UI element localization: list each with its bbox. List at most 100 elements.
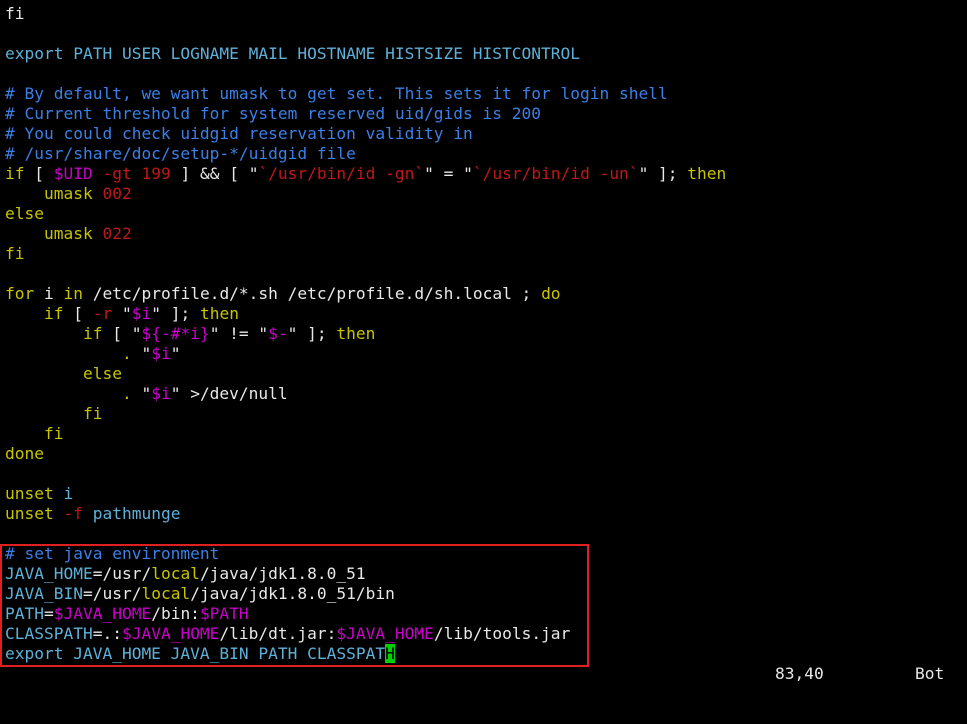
- code-token: unset: [5, 484, 54, 503]
- code-line[interactable]: else: [0, 364, 967, 384]
- code-token: $-: [268, 324, 288, 343]
- editor-buffer[interactable]: fi export PATH USER LOGNAME MAIL HOSTNAME…: [0, 4, 967, 664]
- text-cursor: H: [385, 644, 395, 663]
- code-line[interactable]: JAVA_HOME=/usr/local/java/jdk1.8.0_51: [0, 564, 967, 584]
- scroll-position: Bot: [915, 664, 945, 683]
- code-token: .: [121, 384, 132, 403]
- code-token: ];: [648, 164, 688, 183]
- code-token: -gt: [92, 164, 142, 183]
- code-line[interactable]: if [ $UID -gt 199 ] && [ "`/usr/bin/id -…: [0, 164, 967, 184]
- code-line[interactable]: # Current threshold for system reserved …: [0, 104, 967, 124]
- code-token: ": [170, 344, 181, 363]
- code-token: for: [5, 284, 35, 303]
- code-token: then: [687, 164, 727, 183]
- code-token: # set java environment: [5, 544, 220, 563]
- code-token: 002: [102, 184, 132, 203]
- code-line[interactable]: umask 002: [0, 184, 967, 204]
- code-line[interactable]: unset -f pathmunge: [0, 504, 967, 524]
- code-line[interactable]: # By default, we want umask to get set. …: [0, 84, 967, 104]
- code-token: ] && [: [170, 164, 249, 183]
- code-token: ": [112, 304, 132, 323]
- code-line[interactable]: CLASSPATH=.:$JAVA_HOME/lib/dt.jar:$JAVA_…: [0, 624, 967, 644]
- code-token: /lib/dt.jar:: [219, 624, 337, 643]
- code-line[interactable]: [0, 264, 967, 284]
- code-token: =/usr/: [92, 564, 152, 583]
- code-token: umask: [5, 224, 103, 243]
- code-line[interactable]: # /usr/share/doc/setup-*/uidgid file: [0, 144, 967, 164]
- code-line[interactable]: for i in /etc/profile.d/*.sh /etc/profil…: [0, 284, 967, 304]
- code-token: " ];: [151, 304, 200, 323]
- code-token: " ];: [287, 324, 337, 343]
- code-token: then: [336, 324, 376, 343]
- code-token: ": [424, 164, 434, 183]
- code-token: then: [199, 304, 239, 323]
- code-line[interactable]: . "$i": [0, 344, 967, 364]
- code-token: =/usr/: [82, 584, 142, 603]
- code-token: ": [131, 384, 152, 403]
- code-token: =.:: [92, 624, 122, 643]
- code-token: pathmunge: [82, 504, 181, 523]
- code-token: $JAVA_HOME: [121, 624, 220, 643]
- code-token: ${-#*i}: [141, 324, 210, 343]
- code-line[interactable]: fi: [0, 424, 967, 444]
- code-token: local: [141, 584, 191, 603]
- code-line[interactable]: JAVA_BIN=/usr/local/java/jdk1.8.0_51/bin: [0, 584, 967, 604]
- code-line[interactable]: fi: [0, 4, 967, 24]
- code-token: $UID: [53, 164, 93, 183]
- code-token: ": [638, 164, 649, 183]
- code-line[interactable]: # set java environment: [0, 544, 967, 564]
- code-token: CLASSPATH: [5, 624, 93, 643]
- code-line[interactable]: if [ "${-#*i}" != "$-" ]; then: [0, 324, 967, 344]
- code-token: done: [5, 444, 44, 463]
- code-token: if: [82, 324, 103, 343]
- code-line[interactable]: if [ -r "$i" ]; then: [0, 304, 967, 324]
- code-token: .: [121, 344, 132, 363]
- code-line[interactable]: PATH=$JAVA_HOME/bin:$PATH: [0, 604, 967, 624]
- code-token: i: [53, 484, 74, 503]
- code-token: [ ": [102, 324, 142, 343]
- code-token: /etc/profile.d/*.sh /etc/profile.d/sh.lo…: [83, 284, 542, 303]
- code-token: JAVA_BIN: [5, 584, 83, 603]
- code-token: # Current threshold for system reserved …: [5, 104, 542, 123]
- code-token: unset: [5, 504, 54, 523]
- code-token: $i: [131, 304, 152, 323]
- code-line[interactable]: # You could check uidgid reservation val…: [0, 124, 967, 144]
- code-token: =: [433, 164, 464, 183]
- code-token: ": [131, 344, 152, 363]
- code-line[interactable]: [0, 24, 967, 44]
- code-line[interactable]: else: [0, 204, 967, 224]
- cursor-position: 83,40: [775, 664, 824, 683]
- code-line[interactable]: umask 022: [0, 224, 967, 244]
- code-token: [: [63, 304, 93, 323]
- code-token: 199: [141, 164, 171, 183]
- code-token: " != ": [209, 324, 269, 343]
- code-line[interactable]: done: [0, 444, 967, 464]
- code-token: export PATH USER LOGNAME MAIL HOSTNAME H…: [5, 44, 580, 63]
- code-token: else: [82, 364, 122, 383]
- code-line[interactable]: fi: [0, 244, 967, 264]
- code-line[interactable]: unset i: [0, 484, 967, 504]
- code-token: $PATH: [199, 604, 249, 623]
- code-line[interactable]: fi: [0, 404, 967, 424]
- code-token: [: [24, 164, 54, 183]
- code-token: /java/jdk1.8.0_51/bin: [190, 584, 395, 603]
- code-line[interactable]: export JAVA_HOME JAVA_BIN PATH CLASSPATH: [0, 644, 967, 664]
- code-line[interactable]: [0, 464, 967, 484]
- code-line[interactable]: . "$i" >/dev/null: [0, 384, 967, 404]
- code-line[interactable]: export PATH USER LOGNAME MAIL HOSTNAME H…: [0, 44, 967, 64]
- code-token: 022: [102, 224, 132, 243]
- code-token: if: [5, 164, 25, 183]
- code-line[interactable]: [0, 524, 967, 544]
- code-token: =: [43, 604, 54, 623]
- code-token: else: [5, 204, 44, 223]
- code-line[interactable]: [0, 64, 967, 84]
- code-token: " >/dev/null: [170, 384, 288, 403]
- code-token: export JAVA_HOME JAVA_BIN PATH CLASSPAT: [5, 644, 386, 663]
- code-token: PATH: [5, 604, 44, 623]
- code-token: # By default, we want umask to get set. …: [5, 84, 668, 103]
- code-token: local: [151, 564, 200, 583]
